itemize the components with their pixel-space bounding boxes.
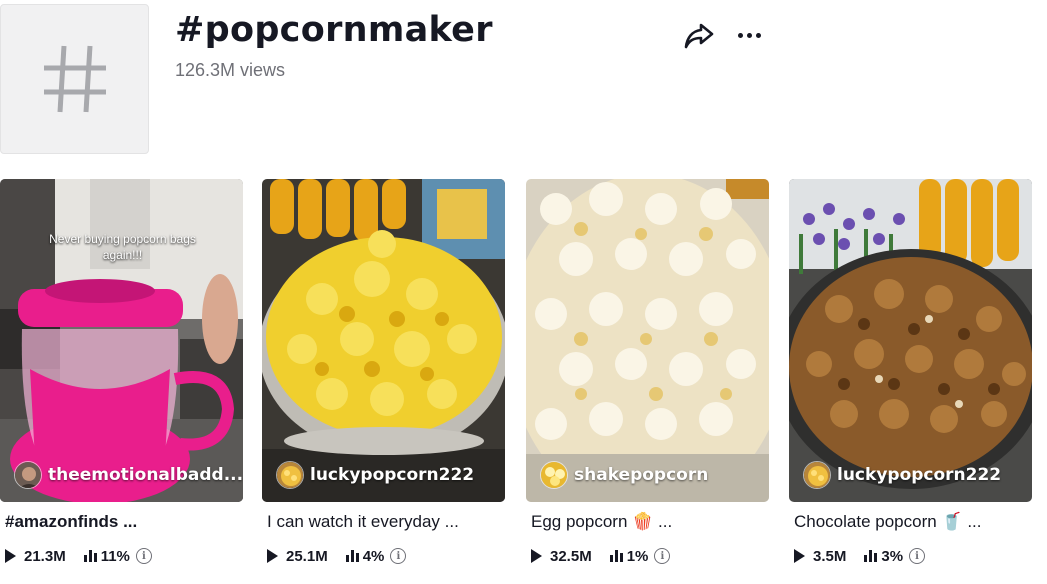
engagement-icon bbox=[83, 550, 97, 562]
hashtag-icon bbox=[43, 45, 106, 113]
popcorn-popper-image bbox=[0, 179, 243, 502]
engagement-rate: 11% bbox=[100, 547, 130, 565]
avatar bbox=[540, 461, 568, 489]
video-card[interactable]: Never buying popcorn bags again!!! theem… bbox=[0, 179, 243, 584]
video-description[interactable]: Egg popcorn 🍿 ... bbox=[531, 512, 672, 532]
engagement-icon bbox=[609, 550, 623, 562]
author-link[interactable]: luckypopcorn222 bbox=[803, 459, 1001, 491]
info-icon[interactable]: i bbox=[909, 548, 926, 564]
avatar bbox=[14, 461, 42, 489]
video-stats: 32.5M 1% i bbox=[531, 545, 671, 567]
author-link[interactable]: theemotionalbadd... bbox=[14, 459, 243, 491]
video-card[interactable]: shakepopcorn Egg popcorn 🍿 ... 32.5M 1% … bbox=[526, 179, 769, 584]
more-dot bbox=[755, 32, 761, 38]
video-stats: 3.5M 3% i bbox=[794, 545, 926, 567]
more-dot bbox=[746, 32, 752, 38]
view-count: 32.5M bbox=[550, 547, 592, 565]
hashtag-view-count: 126.3M views bbox=[175, 60, 286, 80]
video-grid: Never buying popcorn bags again!!! theem… bbox=[0, 179, 1047, 584]
author-name: luckypopcorn222 bbox=[837, 465, 1002, 485]
info-icon[interactable]: i bbox=[390, 548, 407, 564]
author-link[interactable]: luckypopcorn222 bbox=[276, 459, 474, 491]
engagement-rate: 1% bbox=[626, 547, 649, 565]
yellow-popcorn-image bbox=[262, 179, 505, 502]
play-icon bbox=[267, 549, 278, 563]
engagement-rate: 4% bbox=[362, 547, 385, 565]
video-card[interactable]: luckypopcorn222 I can watch it everyday … bbox=[262, 179, 505, 584]
more-options-button[interactable] bbox=[732, 20, 766, 50]
view-count: 25.1M bbox=[286, 547, 328, 565]
video-stats: 21.3M 11% i bbox=[5, 545, 152, 567]
hashtag-header: #popcornmaker 126.3M views bbox=[0, 0, 1047, 160]
info-icon[interactable]: i bbox=[654, 548, 671, 564]
page-title: #popcornmaker bbox=[175, 10, 493, 50]
engagement-icon bbox=[345, 550, 359, 562]
view-count: 3.5M bbox=[813, 547, 847, 565]
play-icon bbox=[794, 549, 805, 563]
video-description[interactable]: #amazonfinds ... bbox=[5, 512, 137, 532]
video-thumbnail[interactable]: luckypopcorn222 bbox=[789, 179, 1032, 502]
chocolate-popcorn-image bbox=[789, 179, 1032, 502]
more-options-icon bbox=[737, 32, 743, 38]
hashtag-avatar bbox=[0, 4, 149, 154]
author-link[interactable]: shakepopcorn bbox=[540, 459, 708, 491]
info-icon[interactable]: i bbox=[135, 548, 152, 564]
avatar bbox=[276, 461, 304, 489]
share-icon bbox=[684, 23, 714, 49]
play-icon bbox=[531, 549, 542, 563]
avatar bbox=[803, 461, 831, 489]
egg-popcorn-image bbox=[526, 179, 769, 502]
video-thumbnail[interactable]: Never buying popcorn bags again!!! theem… bbox=[0, 179, 243, 502]
video-card[interactable]: luckypopcorn222 Chocolate popcorn 🥤 ... … bbox=[789, 179, 1032, 584]
engagement-icon bbox=[864, 550, 878, 562]
author-name: shakepopcorn bbox=[574, 465, 709, 485]
video-thumbnail[interactable]: shakepopcorn bbox=[526, 179, 769, 502]
author-name: theemotionalbadd... bbox=[48, 465, 243, 485]
video-description[interactable]: I can watch it everyday ... bbox=[267, 512, 459, 532]
video-overlay-caption: Never buying popcorn bags again!!! bbox=[49, 232, 196, 262]
engagement-rate: 3% bbox=[881, 547, 904, 565]
author-name: luckypopcorn222 bbox=[310, 465, 475, 485]
video-thumbnail[interactable]: luckypopcorn222 bbox=[262, 179, 505, 502]
video-description[interactable]: Chocolate popcorn 🥤 ... bbox=[794, 512, 982, 532]
view-count: 21.3M bbox=[24, 547, 66, 565]
play-icon bbox=[5, 549, 16, 563]
share-button[interactable] bbox=[683, 20, 715, 50]
video-stats: 25.1M 4% i bbox=[267, 545, 407, 567]
